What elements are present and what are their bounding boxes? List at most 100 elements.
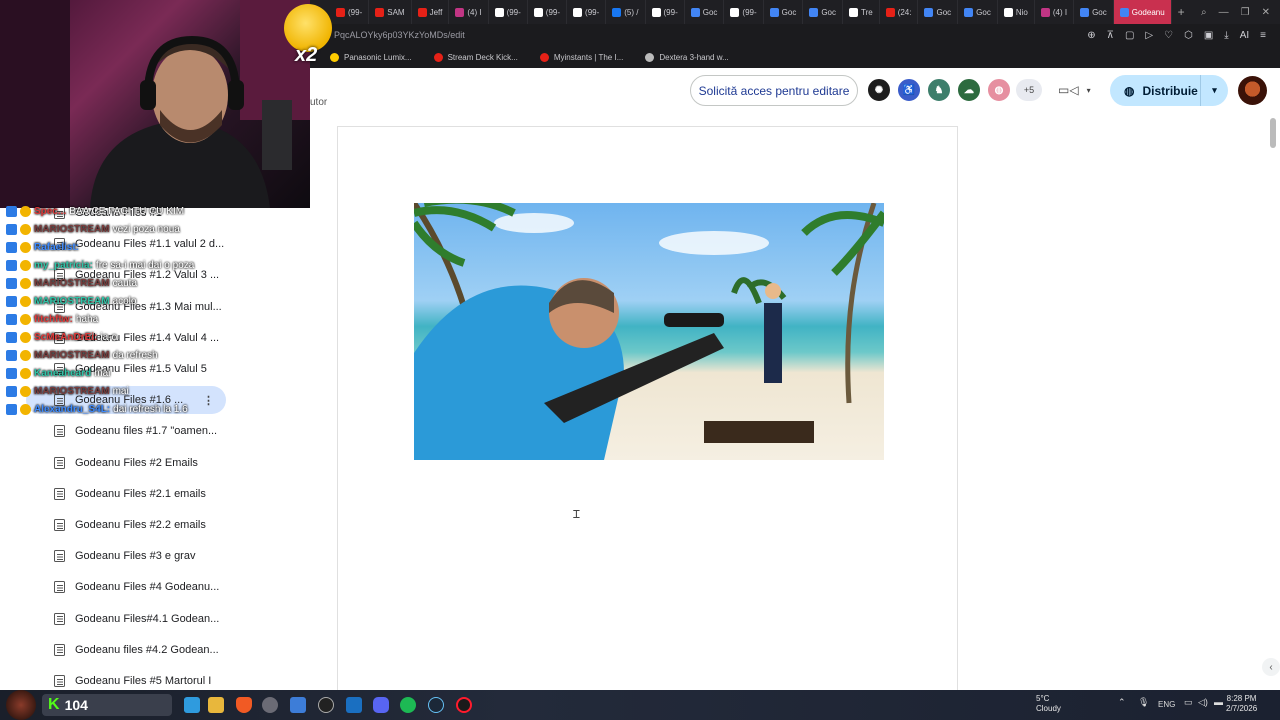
browser-tab[interactable]: (99- — [567, 0, 607, 24]
outline-item[interactable]: Godeanu Files #3 e grav — [26, 542, 226, 570]
browser-tab[interactable]: (99- — [528, 0, 568, 24]
browser-tab[interactable]: (99- — [724, 0, 764, 24]
share-button[interactable]: ◍ Distribuie ▾ — [1110, 75, 1228, 106]
display-icon[interactable]: ▭ — [1184, 697, 1193, 708]
menu-icon[interactable]: ≡ — [1260, 30, 1266, 41]
extensions-icon[interactable]: ⬡ — [1184, 30, 1193, 41]
app-icon[interactable] — [262, 697, 278, 713]
search-tabs-icon[interactable]: ⌕ — [1201, 7, 1207, 18]
browser-tab[interactable]: Goc — [803, 0, 843, 24]
browser-tab[interactable]: Goc — [918, 0, 959, 24]
browser-tab[interactable]: (4) I — [449, 0, 489, 24]
meet-button[interactable]: ▭◁ ▾ — [1058, 80, 1100, 100]
browser-tab[interactable]: Jeff — [412, 0, 450, 24]
bookmark-item[interactable]: Dextera 3-hand w... — [645, 52, 729, 62]
bookmark-item[interactable]: Panasonic Lumix... — [330, 52, 412, 62]
browser-tab[interactable]: Goc — [958, 0, 998, 24]
tab-favicon-icon — [336, 7, 345, 17]
weather-widget[interactable]: 5°C Cloudy — [1018, 694, 1061, 714]
download-icon[interactable]: ⤓ — [1224, 30, 1228, 41]
chat-username[interactable]: MARIOSTREAM — [34, 224, 110, 235]
menu-partial[interactable]: utor — [310, 97, 327, 108]
outline-item[interactable]: Godeanu Files #4 Godeanu... — [26, 573, 226, 601]
browser-tab[interactable]: Goc — [1074, 0, 1114, 24]
brave-browser-icon[interactable] — [236, 697, 252, 713]
bookmark-pin-icon[interactable]: ⊼ — [1107, 30, 1114, 41]
heart-icon[interactable]: ♡ — [1164, 30, 1173, 41]
system-clock[interactable]: 8:28 PM 2/7/2026 — [1226, 694, 1257, 714]
share-dropdown[interactable]: ▾ — [1200, 75, 1228, 106]
request-access-button[interactable]: Solicită acces pentru editare — [690, 75, 858, 106]
clock-date: 2/7/2026 — [1226, 704, 1258, 713]
chat-username[interactable]: Rafaelist: — [34, 242, 79, 253]
chat-username[interactable]: MARIOSTREAM — [34, 386, 110, 397]
chat-username[interactable]: ScMeAnDrEi: — [34, 332, 97, 343]
document-image[interactable] — [414, 203, 884, 460]
outline-item[interactable]: Godeanu files #1.7 "oamen... — [26, 417, 226, 445]
outline-item[interactable]: Godeanu Files#4.1 Godean... — [26, 605, 226, 633]
chat-username[interactable]: fitchftw: — [34, 314, 73, 325]
outline-item[interactable]: Godeanu Files #2.2 emails — [26, 511, 226, 539]
windows-start-icon[interactable] — [184, 697, 200, 713]
browser-tab[interactable]: Nio — [998, 0, 1035, 24]
browser-tab[interactable]: Tre — [843, 0, 880, 24]
url-field[interactable]: PqcALOYky6p03YKzYoMDs/edit — [334, 30, 465, 40]
browser-tab[interactable]: Goc — [764, 0, 804, 24]
chat-username[interactable]: Kaneaheard — [34, 368, 91, 379]
browser-tab[interactable]: (99- — [646, 0, 685, 24]
ai-icon[interactable]: AI — [1240, 30, 1249, 41]
spotify-icon[interactable] — [400, 697, 416, 713]
outline-item-label: Godeanu Files #5 Martorul I — [75, 675, 212, 687]
chat-username[interactable]: my_patricia: — [34, 260, 93, 271]
store-icon[interactable] — [290, 697, 306, 713]
chat-username[interactable]: MARIOSTREAM — [34, 278, 110, 289]
minimize-icon[interactable]: — — [1219, 7, 1229, 18]
discord-icon[interactable] — [373, 697, 389, 713]
volume-icon[interactable]: ◁) — [1198, 697, 1208, 708]
language-indicator[interactable]: ENG — [1158, 700, 1175, 709]
screenshot-icon[interactable]: ▢ — [1125, 30, 1134, 41]
chat-username[interactable]: Spec... — [34, 206, 66, 217]
chat-username[interactable]: Alexandru_S4L: — [34, 404, 110, 415]
collaborator-avatar[interactable]: ♿ — [896, 77, 922, 103]
outline-item[interactable]: Godeanu Files #2 Emails — [26, 449, 226, 477]
microphone-icon[interactable]: 🎙 — [1138, 697, 1149, 708]
obs-icon[interactable] — [318, 697, 334, 713]
close-icon[interactable]: ✕ — [1262, 7, 1270, 18]
collapse-panel-button[interactable]: ‹ — [1262, 658, 1280, 676]
streamer-app-icon[interactable] — [346, 697, 362, 713]
battery-icon[interactable]: ▬ — [1214, 697, 1223, 707]
browser-tab[interactable]: Goc — [685, 0, 725, 24]
browser-tab[interactable]: (24: — [880, 0, 919, 24]
chat-username[interactable]: MARIOSTREAM — [34, 296, 110, 307]
bookmark-favicon-icon — [539, 52, 549, 62]
chat-username[interactable]: MARIOSTREAM — [34, 350, 110, 361]
new-tab-button[interactable]: + — [1172, 5, 1191, 19]
browser-tab[interactable]: (99- — [330, 0, 370, 24]
more-collaborators[interactable]: +5 — [1016, 79, 1042, 101]
browser-tab[interactable]: (4) I — [1035, 0, 1075, 24]
zoom-icon[interactable]: ⊕ — [1087, 30, 1095, 41]
steam-icon[interactable] — [428, 697, 444, 713]
browser-tab[interactable]: (99- — [489, 0, 528, 24]
more-options-icon[interactable]: ⋮ — [203, 394, 214, 407]
outline-item[interactable]: Godeanu files #4.2 Godean... — [26, 636, 226, 664]
file-explorer-icon[interactable] — [208, 697, 224, 713]
collaborator-avatar[interactable]: ♞ — [926, 77, 952, 103]
bookmark-item[interactable]: Stream Deck Kick... — [433, 52, 518, 62]
wallet-icon[interactable]: ▣ — [1204, 30, 1213, 41]
bookmark-item[interactable]: Myinstants | The I... — [539, 52, 623, 62]
account-avatar[interactable] — [1238, 76, 1267, 105]
outline-item[interactable]: Godeanu Files #2.1 emails — [26, 480, 226, 508]
play-icon[interactable]: ▷ — [1145, 30, 1153, 41]
browser-tab[interactable]: (5) / — [606, 0, 646, 24]
tray-chevron-icon[interactable]: ⌃ — [1118, 697, 1126, 708]
collaborator-avatar[interactable]: ✺ — [866, 77, 892, 103]
browser-tab[interactable]: SAM — [369, 0, 412, 24]
restore-icon[interactable]: ❐ — [1241, 7, 1250, 18]
collaborator-avatar[interactable]: ◍ — [986, 77, 1012, 103]
tab-active[interactable]: Godeanu — [1113, 0, 1172, 24]
scrollbar[interactable] — [1270, 118, 1276, 148]
opera-gx-icon[interactable] — [456, 697, 472, 713]
collaborator-avatar[interactable]: ☁ — [956, 77, 982, 103]
